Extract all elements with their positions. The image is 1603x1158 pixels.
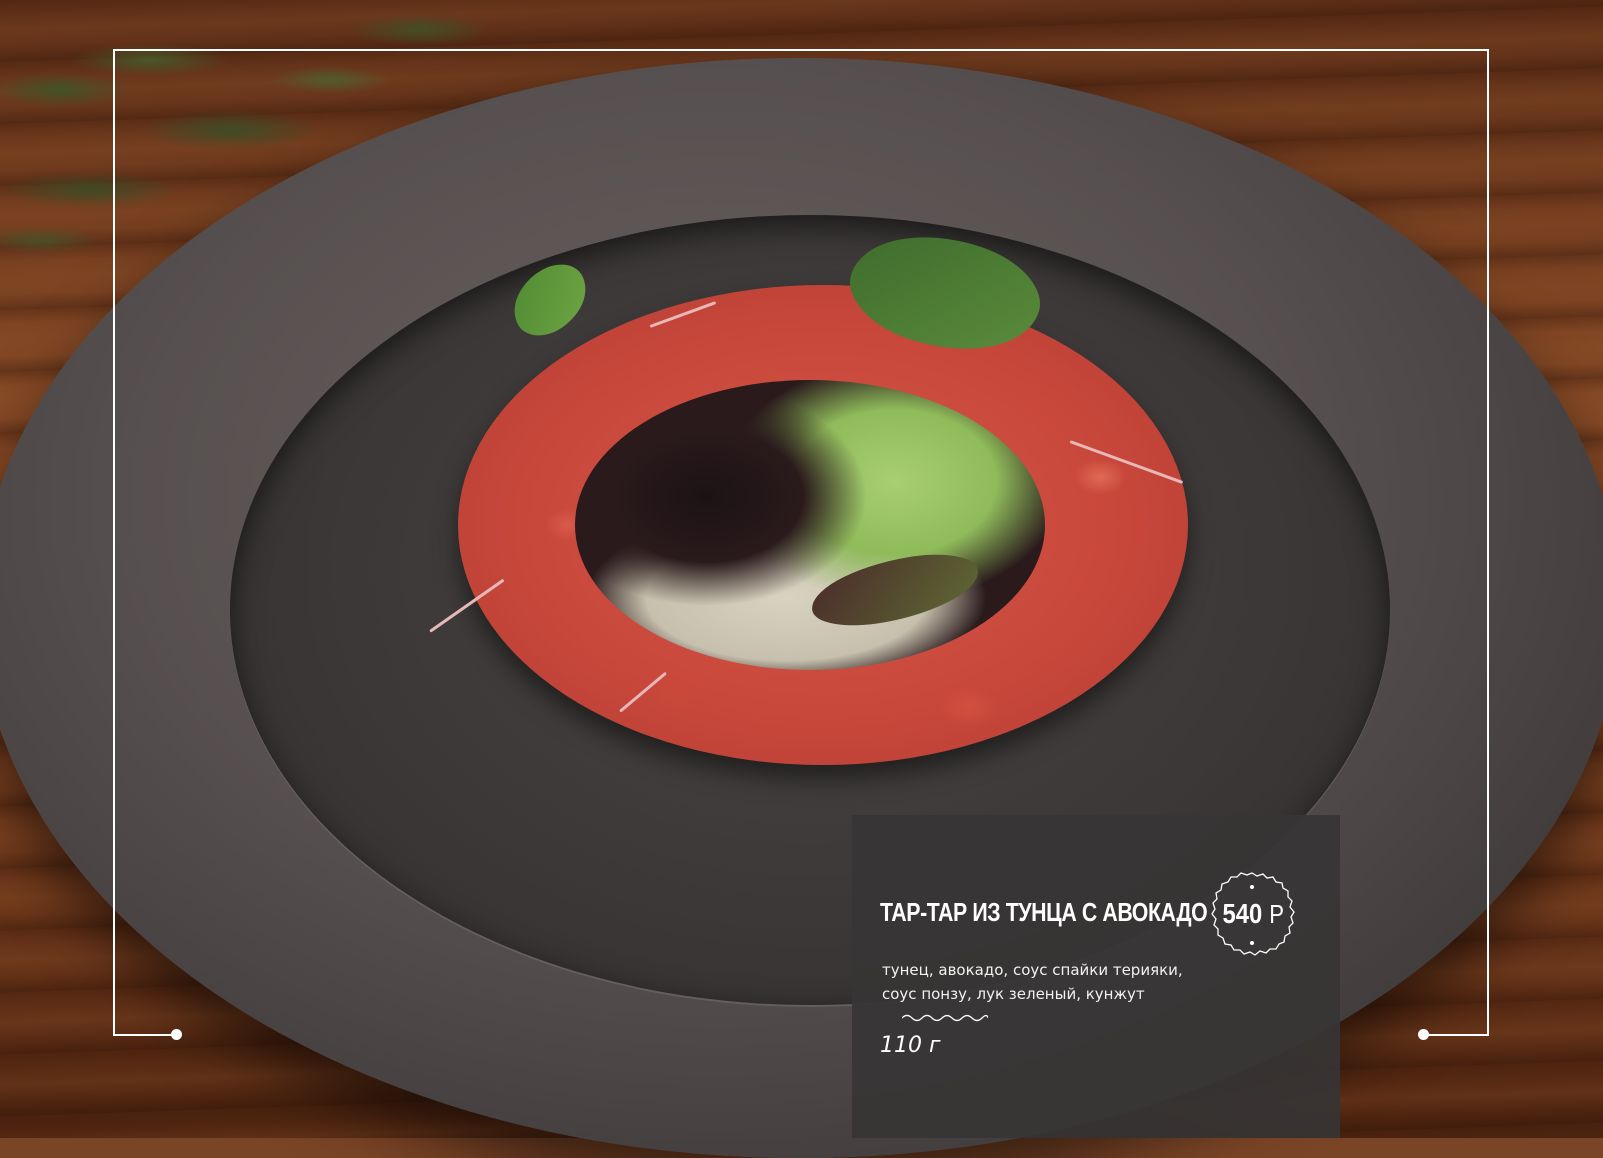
- frame-corner-dot-left: [171, 1029, 182, 1040]
- price-label: 540 Р: [1207, 898, 1297, 930]
- frame-corner-dot-right: [1418, 1029, 1429, 1040]
- dish-info-card: ТАР-ТАР ИЗ ТУНЦА С АВОКАДО 540 Р тунец, а…: [852, 815, 1340, 1138]
- dish-description: тунец, авокадо, соус спайки терияки, соу…: [882, 961, 1183, 1003]
- frame-bottom-left-line: [113, 1034, 175, 1036]
- wave-divider-icon: [902, 1014, 988, 1022]
- dish-title: ТАР-ТАР ИЗ ТУНЦА С АВОКАДО: [880, 897, 1208, 927]
- frame-bottom-right-line: [1423, 1034, 1489, 1036]
- dish-weight: 110 г: [880, 1033, 941, 1058]
- price-badge: 540 Р: [1207, 870, 1297, 960]
- price-currency: Р: [1268, 899, 1284, 929]
- price-value: 540: [1222, 898, 1263, 929]
